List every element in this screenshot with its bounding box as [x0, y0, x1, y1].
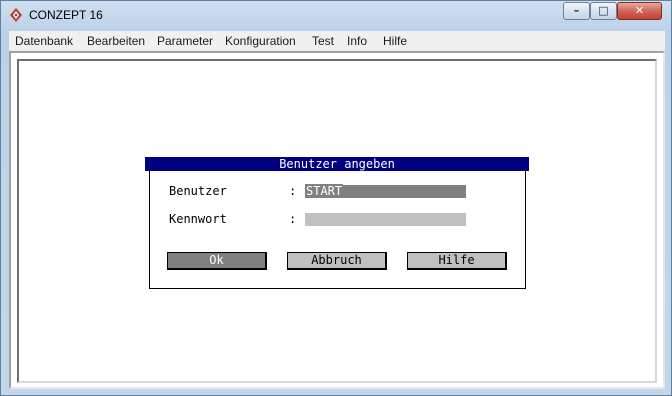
dialog-body: Benutzer : START Kennwort : Ok Abbruch H… [149, 171, 526, 289]
user-separator: : [289, 184, 297, 198]
password-input[interactable] [305, 213, 466, 226]
window-title: CONZEPT 16 [29, 8, 103, 22]
password-label: Kennwort [169, 212, 227, 226]
menu-hilfe[interactable]: Hilfe [383, 34, 407, 48]
menu-test[interactable]: Test [312, 34, 334, 48]
menu-datenbank[interactable]: Datenbank [15, 34, 73, 48]
menu-konfiguration[interactable]: Konfiguration [225, 34, 296, 48]
login-dialog: Benutzer angeben Benutzer : START Kennwo… [145, 157, 529, 291]
menu-info[interactable]: Info [347, 34, 367, 48]
cancel-button[interactable]: Abbruch [287, 252, 387, 270]
close-button[interactable]: ✕ [617, 2, 662, 20]
application-window: CONZEPT 16 – □ ✕ Datenbank Bearbeiten Pa… [0, 0, 672, 396]
maximize-icon: □ [598, 4, 609, 17]
menu-parameter[interactable]: Parameter [157, 34, 213, 48]
maximize-button[interactable]: □ [590, 2, 617, 20]
conzept-app-icon [10, 8, 22, 22]
user-value: START [305, 184, 344, 199]
minimize-button[interactable]: – [563, 2, 590, 20]
close-icon: ✕ [634, 4, 645, 17]
user-label: Benutzer [169, 184, 227, 198]
dialog-title: Benutzer angeben [145, 157, 529, 171]
ok-button[interactable]: Ok [167, 252, 267, 270]
help-button[interactable]: Hilfe [407, 252, 507, 270]
password-separator: : [289, 212, 297, 226]
menu-bearbeiten[interactable]: Bearbeiten [87, 34, 145, 48]
menu-bar: Datenbank Bearbeiten Parameter Konfigura… [9, 31, 665, 52]
minimize-icon: – [573, 4, 580, 17]
title-bar[interactable]: CONZEPT 16 – □ ✕ [1, 1, 671, 31]
user-input[interactable]: START [305, 184, 466, 199]
